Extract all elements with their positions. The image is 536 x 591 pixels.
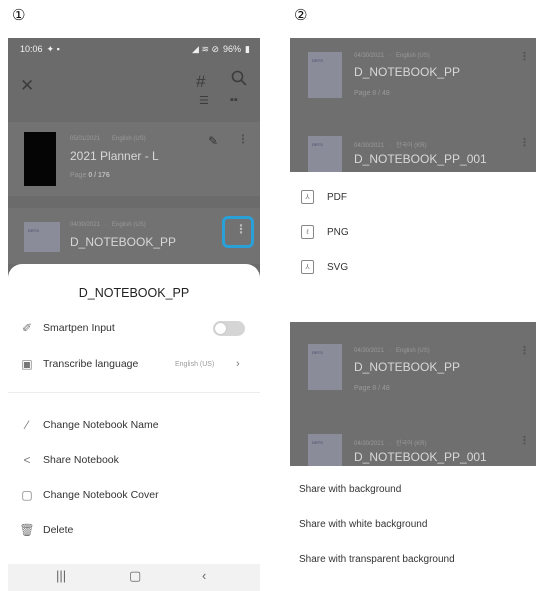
notebook-thumbnail: DRTS [308, 136, 342, 172]
notebook-card[interactable]: DRTS 04/30/2021 · 한국어 (KR) D_NOTEBOOK_PP… [290, 122, 536, 172]
smartpen-input-toggle[interactable] [213, 321, 245, 336]
transcribe-language-row[interactable]: ▣ Transcribe language English (US) › [8, 351, 260, 377]
status-time: 10:06 [20, 44, 43, 54]
divider [8, 392, 260, 393]
export-format-panel: DRTS 04/30/2021 · English (US) D_NOTEBOO… [290, 38, 536, 298]
pdf-file-icon: ⅄ [301, 190, 314, 204]
delete-row[interactable]: 🗑 Delete [8, 517, 260, 543]
system-nav-bar: ||| ▢ ‹ [8, 564, 260, 591]
notification-icon: ✦ ▪ [46, 43, 60, 54]
notebook-thumbnail [24, 132, 56, 186]
smartpen-input-row[interactable]: ✐ Smartpen Input [8, 315, 260, 341]
card-title: D_NOTEBOOK_PP [354, 65, 461, 79]
status-bar: 10:06 ✦ ▪ ◢ ≋ ⊘ 96% ▮ [8, 38, 260, 60]
grid-view-icon[interactable]: ▪▪ [230, 94, 238, 106]
more-options-icon[interactable]: ⋮ [519, 136, 530, 149]
change-name-row[interactable]: ⁄ Change Notebook Name [8, 412, 260, 438]
transcribe-language-label: Transcribe language [43, 358, 139, 370]
change-name-label: Change Notebook Name [43, 419, 159, 431]
png-file-icon: ℓ [301, 225, 314, 239]
change-cover-row[interactable]: ▢ Change Notebook Cover [8, 482, 260, 508]
export-png-item[interactable]: ℓ PNG [290, 220, 536, 244]
notebook-card[interactable]: DRTS 04/30/2021 · English (US) D_NOTEBOO… [290, 38, 536, 108]
card-title: D_NOTEBOOK_PP [354, 360, 461, 374]
export-format-menu: ⅄ PDF ℓ PNG ⅄ SVG [290, 172, 536, 298]
share-background-menu: Share with background Share with white b… [290, 466, 536, 590]
more-options-icon[interactable]: ⋮ [235, 222, 247, 236]
card-title: 2021 Planner - L [70, 149, 159, 163]
back-icon[interactable]: ‹ [202, 568, 206, 583]
card-title: D_NOTEBOOK_PP [70, 235, 177, 249]
export-svg-label: SVG [327, 261, 349, 273]
notebook-card[interactable]: DRTS 04/30/2021 · 한국어 (KR) D_NOTEBOOK_PP… [290, 420, 536, 466]
signal-icon: ◢ ≋ ⊘ [192, 43, 220, 54]
card-page-value: 0 / 176 [88, 172, 110, 179]
sort-icon[interactable]: ☰ [199, 94, 209, 107]
notebook-thumbnail: DRTS [24, 222, 60, 252]
card-language: English (US) [396, 53, 430, 59]
home-icon[interactable]: ▢ [129, 568, 141, 584]
smartpen-input-label: Smartpen Input [43, 322, 115, 334]
more-options-icon[interactable]: ⋮ [519, 344, 530, 357]
app-toolbar: ✕ # ☰ ▪▪ [8, 60, 260, 116]
delete-label: Delete [43, 524, 74, 536]
card-date: 04/30/2021 [354, 53, 385, 59]
change-cover-label: Change Notebook Cover [43, 489, 159, 501]
battery-level: 96% [223, 44, 242, 54]
edit-icon: ⁄ [25, 418, 28, 432]
recents-icon[interactable]: ||| [56, 568, 66, 583]
notebook-options-sheet: D_NOTEBOOK_PP ✐ Smartpen Input ▣ Transcr… [8, 264, 260, 591]
card-page: Page 8 / 48 [354, 90, 390, 97]
card-language: English (US) [112, 136, 146, 142]
transcribe-language-value: English (US) [175, 360, 215, 368]
card-page-label: Page [70, 172, 87, 179]
share-transparent-background-item[interactable]: Share with transparent background [299, 554, 455, 565]
more-options-icon[interactable]: ⋮ [519, 434, 530, 447]
search-icon[interactable] [231, 70, 247, 91]
more-options-icon[interactable]: ⋮ [519, 50, 530, 63]
notebook-thumbnail: DRTS [308, 52, 342, 98]
card-language: 한국어 (KR) [396, 441, 427, 447]
card-date: 04/30/2021 [70, 222, 101, 228]
share-row[interactable]: < Share Notebook [8, 447, 260, 473]
hash-icon[interactable]: # [196, 72, 205, 92]
battery-icon: ▮ [245, 43, 250, 54]
notebook-thumbnail: DRTS [308, 344, 342, 390]
card-page: Page 8 / 48 [354, 385, 390, 392]
card-date: 04/30/2021 [354, 441, 385, 447]
share-white-background-item[interactable]: Share with white background [299, 519, 427, 530]
card-date: 04/30/2021 [354, 348, 385, 354]
phone-screen: 10:06 ✦ ▪ ◢ ≋ ⊘ 96% ▮ ✕ # ☰ ▪▪ 05/01/202… [8, 38, 260, 591]
sheet-title: D_NOTEBOOK_PP [78, 286, 190, 300]
trash-icon: 🗑 [19, 523, 35, 537]
card-title: D_NOTEBOOK_PP_001 [354, 450, 487, 464]
more-options-icon[interactable]: ⋮ [237, 132, 249, 146]
pen-off-icon[interactable]: ✕ [20, 76, 34, 96]
export-pdf-label: PDF [327, 191, 347, 203]
step-1-label: ① [12, 6, 26, 24]
notebook-card-planner[interactable]: 05/01/2021 · English (US) 2021 Planner -… [8, 122, 260, 196]
share-icon: < [23, 453, 31, 467]
export-png-label: PNG [327, 226, 349, 238]
notebook-thumbnail: DRTS [308, 434, 342, 466]
card-language: 한국어 (KR) [396, 143, 427, 149]
card-date: 05/01/2021 [70, 136, 101, 142]
export-pdf-item[interactable]: ⅄ PDF [290, 185, 536, 209]
card-title: D_NOTEBOOK_PP_001 [354, 152, 487, 166]
chevron-right-icon: › [236, 358, 240, 370]
step-2-label: ② [294, 6, 308, 24]
share-label: Share Notebook [43, 454, 119, 466]
svg-file-icon: ⅄ [301, 260, 314, 274]
card-language: English (US) [396, 348, 430, 354]
notebook-card[interactable]: DRTS 04/30/2021 · English (US) D_NOTEBOO… [290, 322, 536, 406]
card-date: 04/30/2021 [354, 143, 385, 149]
cover-icon: ▢ [21, 488, 33, 502]
export-svg-item[interactable]: ⅄ SVG [290, 255, 536, 279]
card-language: English (US) [112, 222, 146, 228]
translate-icon: ▣ [21, 357, 33, 371]
share-background-panel: DRTS 04/30/2021 · English (US) D_NOTEBOO… [290, 322, 536, 590]
pencil-icon[interactable]: ✎ [208, 134, 218, 148]
share-with-background-item[interactable]: Share with background [299, 484, 401, 495]
pen-icon: ✐ [21, 321, 33, 335]
